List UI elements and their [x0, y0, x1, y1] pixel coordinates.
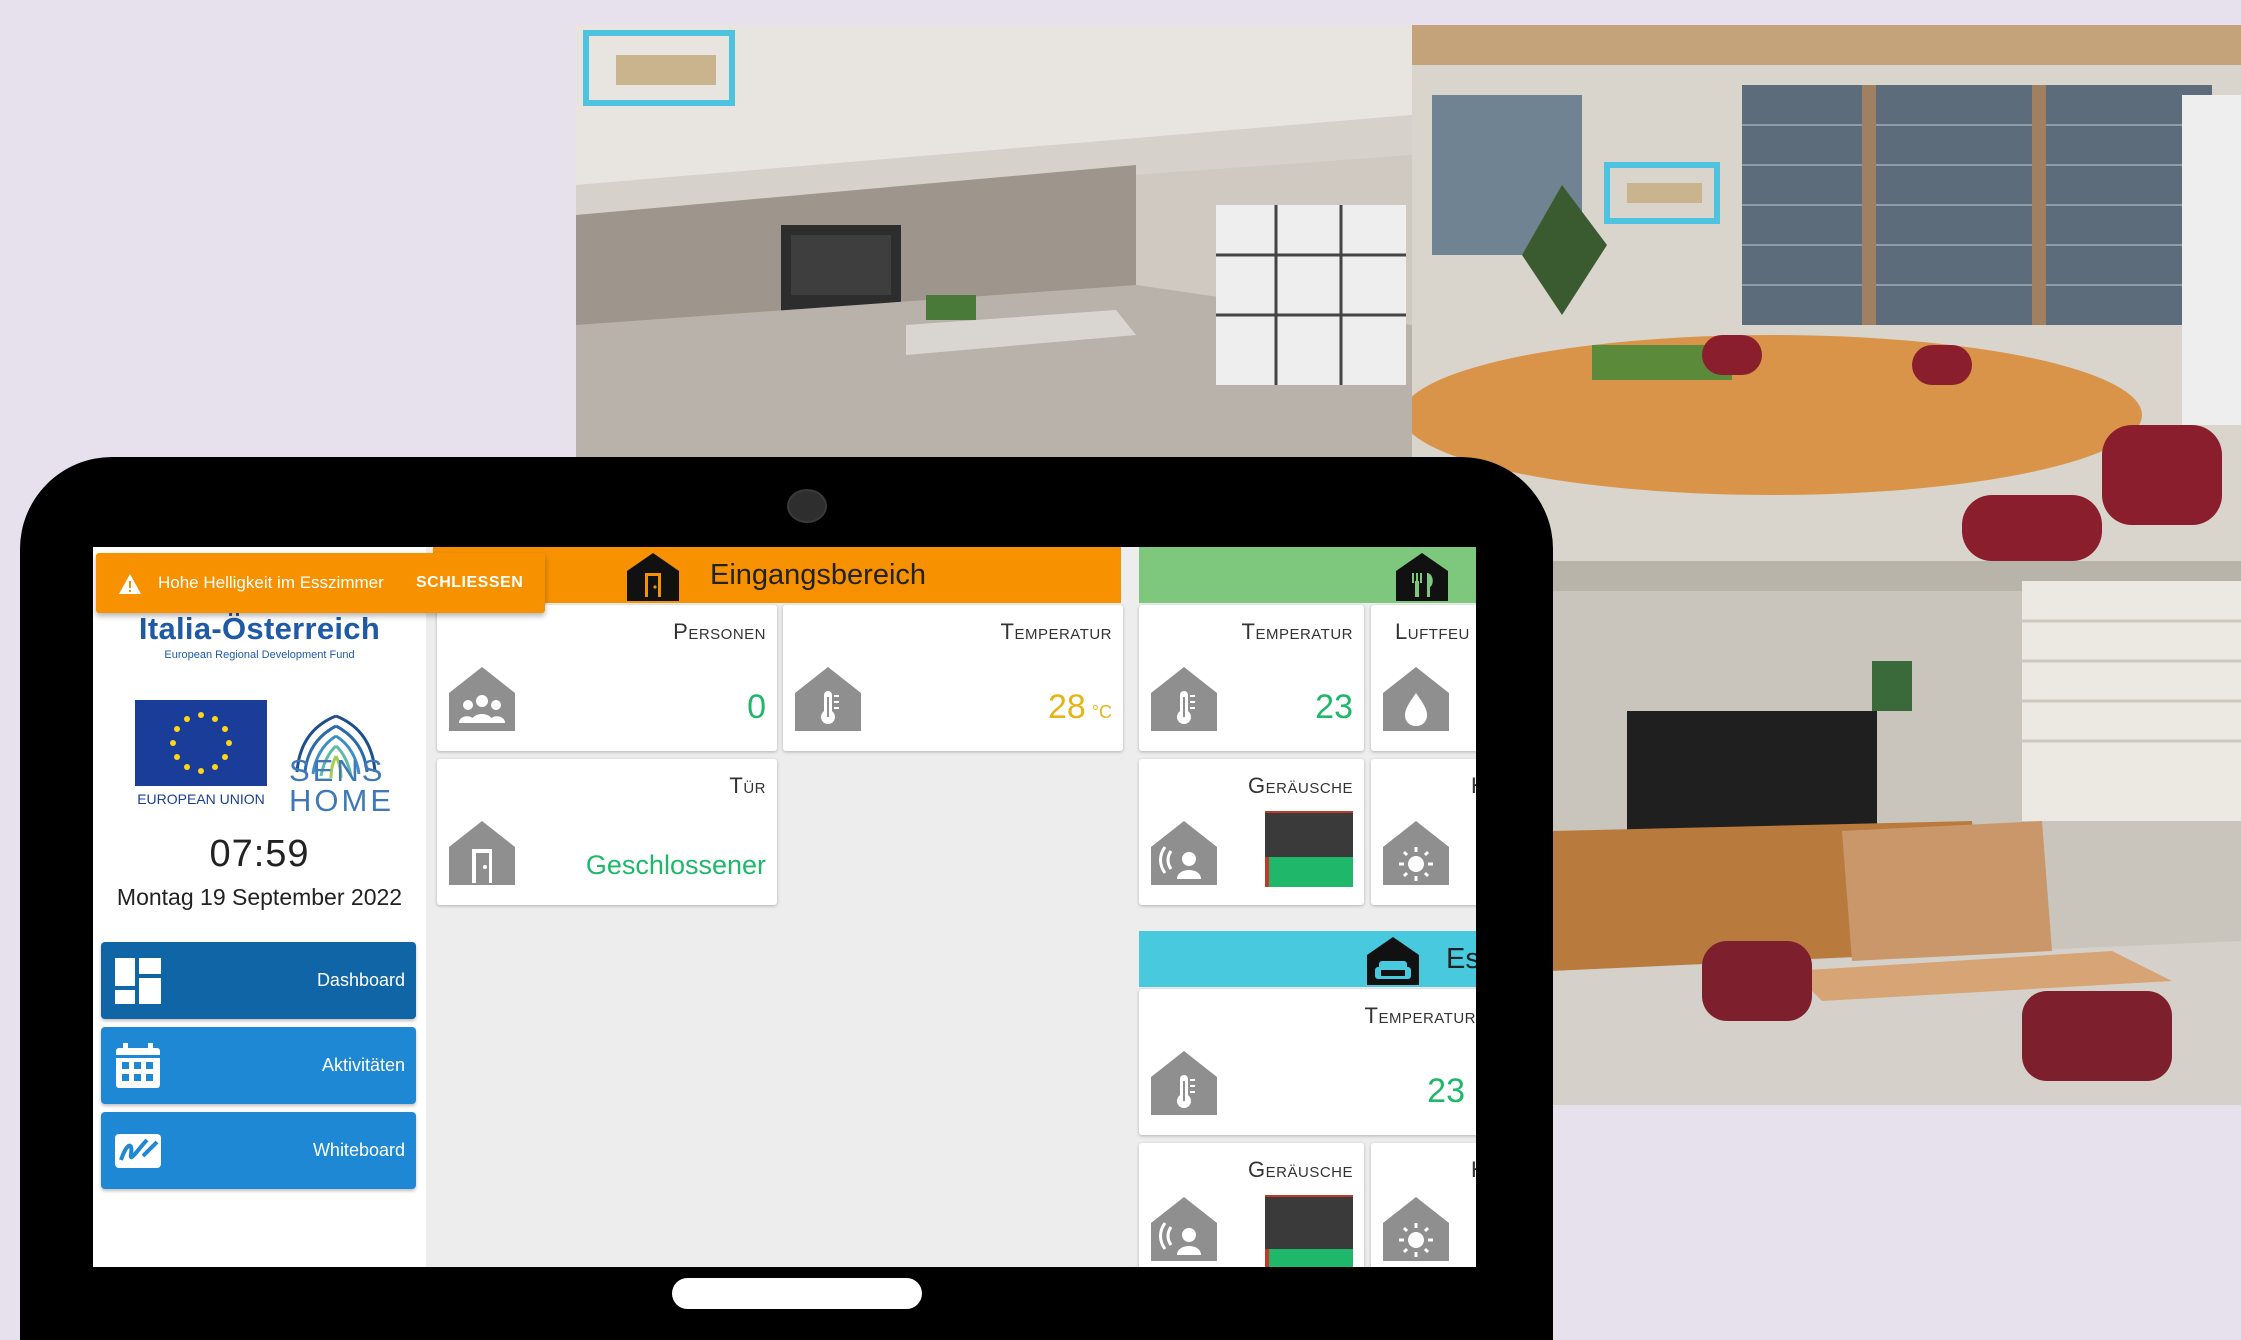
card-value: 28 °C — [1048, 688, 1112, 727]
noise-level-fill — [1265, 857, 1353, 887]
kitchen-photo — [576, 25, 1412, 461]
clock-date: Montag 19 September 2022 — [116, 884, 403, 910]
logo-text-home: HOME — [289, 783, 394, 818]
card-kitchen-noise[interactable]: Geräusche — [1139, 759, 1364, 905]
house-door-icon — [627, 553, 679, 601]
noise-level-meter — [1265, 811, 1353, 887]
noise-level-meter — [1265, 1195, 1353, 1267]
dashboard-icon — [115, 958, 161, 1004]
card-title: Luftfeu — [1395, 619, 1470, 644]
card-title: Temperatur — [1241, 619, 1353, 644]
nav-dashboard-button[interactable]: Dashboard — [101, 942, 416, 1019]
card-living-noise[interactable]: Geräusche — [1139, 1143, 1364, 1267]
card-title: Tür — [729, 773, 766, 798]
dining-room-photo — [1412, 25, 2241, 561]
clock-time: 07:59 — [209, 833, 310, 875]
card-living-brightness[interactable]: H — [1371, 1143, 1476, 1267]
card-kitchen-humidity[interactable]: Luftfeu — [1371, 605, 1476, 751]
people-icon — [449, 667, 515, 731]
brand-subtitle: European Regional Development Fund — [164, 649, 355, 661]
sofa-icon — [1367, 937, 1419, 985]
door-icon — [449, 821, 515, 885]
room-header-kitchen[interactable] — [1139, 547, 1476, 603]
card-title: Personen — [673, 619, 766, 644]
card-kitchen-brightness[interactable]: H — [1371, 759, 1476, 905]
temperature-unit: °C — [1091, 702, 1112, 722]
brand-title: Italia-Österreich — [138, 611, 381, 646]
nav-activities-label: Aktivitäten — [321, 1055, 405, 1075]
thermometer-icon — [795, 667, 861, 731]
nav-whiteboard-label: Whiteboard — [312, 1140, 405, 1160]
card-title: H — [1471, 1157, 1476, 1183]
card-title: H — [1471, 773, 1476, 799]
sidebar: Italia-Österreich European Regional Deve… — [93, 547, 426, 1267]
temperature-value: 28 — [1047, 688, 1086, 726]
eu-flag-logo — [135, 700, 267, 786]
whiteboard-icon — [115, 1134, 161, 1168]
home-indicator[interactable] — [672, 1278, 922, 1309]
card-entrance-persons[interactable]: Personen 0 — [437, 605, 777, 751]
noise-level-fill — [1265, 1248, 1353, 1267]
cutlery-icon — [1396, 553, 1448, 601]
sun-icon — [1383, 1197, 1449, 1261]
card-entrance-door[interactable]: Tür Geschlossener — [437, 759, 777, 905]
eu-label: EUROPEAN UNION — [137, 791, 265, 807]
room-title-living: Es — [1446, 943, 1476, 975]
card-value: 23 — [1427, 1072, 1465, 1110]
nav-whiteboard-button[interactable]: Whiteboard — [101, 1112, 416, 1189]
card-kitchen-temperature[interactable]: Temperatur 23 — [1139, 605, 1364, 751]
noise-icon — [1151, 821, 1217, 885]
card-title: Geräusche — [1248, 1157, 1353, 1182]
camera-lens — [787, 489, 827, 523]
warning-icon — [119, 574, 141, 594]
noise-icon — [1151, 1197, 1217, 1261]
living-room-photo — [1552, 561, 2241, 1105]
nav-dashboard-label: Dashboard — [316, 970, 405, 990]
calendar-icon — [116, 1043, 160, 1088]
brightness-alert-toast: Hohe Helligkeit im Esszimmer SCHLIESSEN — [96, 553, 545, 613]
card-value: Geschlossener — [585, 850, 766, 880]
card-value: 23 — [1315, 688, 1353, 726]
card-title: Temperatur — [1364, 1003, 1476, 1028]
room-title-entrance: Eingangsbereich — [710, 559, 927, 591]
room-header-living[interactable]: Es — [1139, 931, 1476, 987]
thermometer-icon — [1151, 1051, 1217, 1115]
nav-activities-button[interactable]: Aktivitäten — [101, 1027, 416, 1104]
toast-close-button[interactable]: SCHLIESSEN — [416, 553, 523, 613]
logo-text-sens: SENS — [289, 753, 386, 788]
thermometer-icon — [1151, 667, 1217, 731]
card-entrance-temperature[interactable]: Temperatur 28 °C — [783, 605, 1123, 751]
tablet-device: Italia-Österreich European Regional Deve… — [20, 457, 1553, 1340]
card-title: Temperatur — [1000, 619, 1112, 644]
card-value: 0 — [747, 688, 766, 726]
toast-message: Hohe Helligkeit im Esszimmer — [158, 573, 384, 592]
sun-icon — [1383, 821, 1449, 885]
card-living-temperature[interactable]: Temperatur 23 — [1139, 989, 1476, 1135]
card-title: Geräusche — [1248, 773, 1353, 798]
droplet-icon — [1383, 667, 1449, 731]
app-screen: Italia-Österreich European Regional Deve… — [93, 547, 1476, 1267]
